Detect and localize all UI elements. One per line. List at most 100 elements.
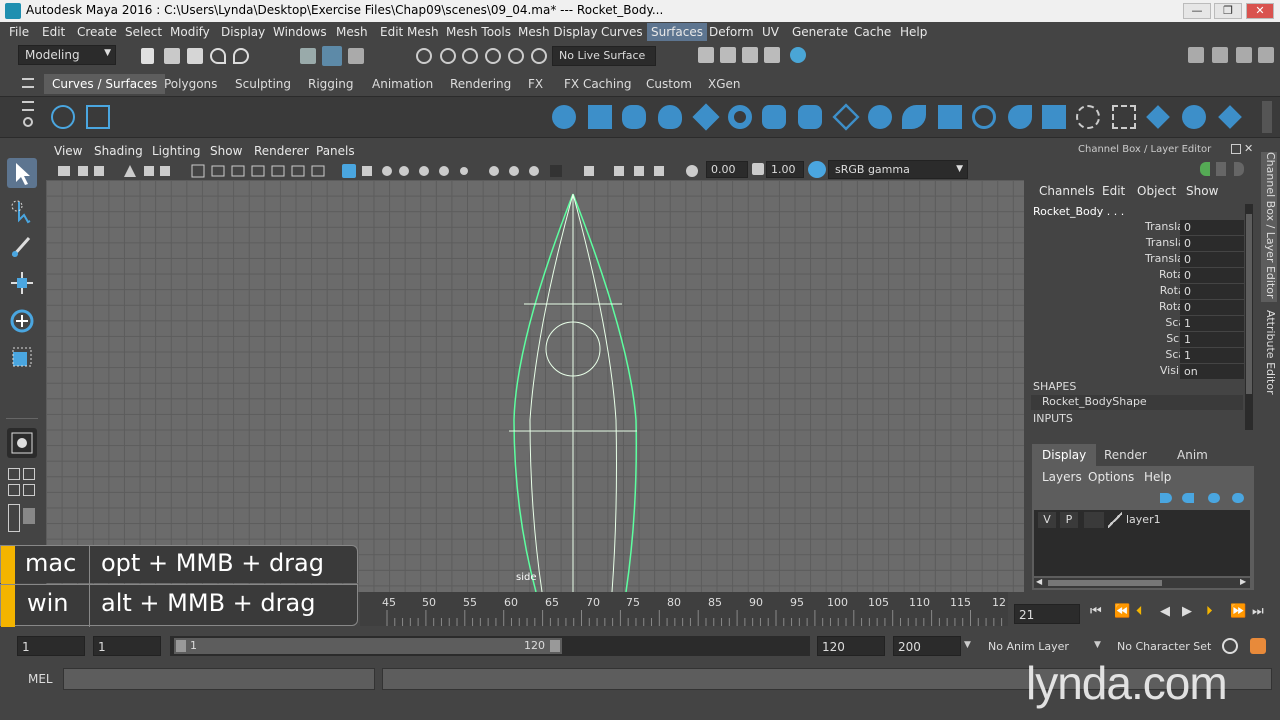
channel-menu-channels[interactable]: Channels [1039,184,1095,198]
range-bar-fill[interactable]: 1 120 [174,638,562,654]
menu-set-dropdown[interactable]: Modeling ▼ [18,45,116,65]
viewport-menu-view[interactable]: View [54,144,82,158]
bevel-plus-icon[interactable] [938,105,962,129]
birail-icon[interactable] [902,105,926,129]
menu-generate[interactable]: Generate [792,25,848,39]
attr-value[interactable]: 0 [1180,268,1244,283]
menu-mesh-display[interactable]: Mesh Display [518,25,598,39]
shelf-tab-rigging[interactable]: Rigging [300,74,361,94]
nurbs-sphere-icon[interactable] [552,105,576,129]
snap-view-plane-icon[interactable] [485,48,501,64]
rocket-body-curves[interactable] [46,180,1024,592]
shelf-tab-fx[interactable]: FX [520,74,551,94]
attr-value[interactable]: 1 [1180,316,1244,331]
menu-create[interactable]: Create [77,25,117,39]
shelf-tab-polygons[interactable]: Polygons [156,74,225,94]
nurbs-torus-icon[interactable] [728,105,752,129]
select-by-object-icon[interactable] [322,46,342,66]
new-layer-icon[interactable] [1208,493,1220,503]
ipr-render-icon[interactable] [742,47,758,63]
layer-row-layer1[interactable]: V P layer1 [1034,512,1250,528]
new-layer-selected-icon[interactable] [1232,493,1244,503]
four-view-layout-icon[interactable] [8,468,20,480]
revolve-icon[interactable] [762,105,786,129]
gamma-field[interactable]: 1.00 [766,161,804,178]
animation-start-field[interactable]: 1 [17,636,85,656]
shelf-scroll-icon[interactable] [1262,101,1272,133]
layer-playback-toggle[interactable]: P [1060,512,1078,528]
channel-box-scroll-thumb[interactable] [1246,214,1252,394]
open-scene-icon[interactable] [164,48,180,64]
render-frame-icon[interactable] [720,47,736,63]
menu-windows[interactable]: Windows [273,25,327,39]
attr-row-translate-z[interactable]: Translate Z0 [1028,252,1256,268]
extrude-icon[interactable] [868,105,892,129]
loft-icon[interactable] [798,105,822,129]
colorspace-dropdown[interactable]: sRGB gamma ▼ [828,160,968,179]
anim-layer-dropdown[interactable]: No Anim Layer [988,640,1069,653]
nurbs-cube-icon[interactable] [588,105,612,129]
rotate-tool-icon[interactable] [7,306,37,336]
layer-move-up-icon[interactable] [1160,493,1172,503]
viewport-side[interactable]: side [46,180,1024,592]
viewport-menu-lighting[interactable]: Lighting [152,144,201,158]
scroll-right-icon[interactable]: ▶ [1240,577,1246,586]
channel-menu-object[interactable]: Object [1137,184,1176,198]
attr-row-visibility[interactable]: Visibilityon [1028,364,1256,380]
live-surface-field[interactable]: No Live Surface [552,46,656,66]
render-settings-icon[interactable] [698,47,714,63]
nurbs-square-icon[interactable] [86,105,110,129]
tab-channel-box-layer-editor[interactable]: Channel Box / Layer Editor [1261,152,1277,302]
intersect-icon[interactable] [1076,105,1100,129]
attr-row-scale-x[interactable]: Scale X1 [1028,316,1256,332]
make-live-icon[interactable] [531,48,547,64]
playback-end-field[interactable]: 120 [817,636,885,656]
trim-tool-icon[interactable] [1112,105,1136,129]
step-back-frame-icon[interactable]: ⏴ [1136,604,1143,619]
time-ruler[interactable]: 45 50 55 60 65 70 75 80 85 90 95 100 105… [360,592,1008,626]
exposure-field[interactable]: 0.00 [706,161,748,178]
snap-live-icon[interactable] [508,48,524,64]
nurbs-cone-icon[interactable] [658,105,682,129]
close-panel-icon[interactable]: ✕ [1244,142,1253,155]
layer-display-type-toggle[interactable] [1084,512,1104,528]
range-start-handle[interactable] [176,640,186,652]
menu-modify[interactable]: Modify [170,25,210,39]
playback-start-field[interactable]: 1 [93,636,161,656]
shelf-tab-fx-caching[interactable]: FX Caching [556,74,639,94]
attr-value[interactable]: 0 [1180,236,1244,251]
boundary-icon[interactable] [972,105,996,129]
planar-icon[interactable] [832,103,860,131]
attr-row-translate-y[interactable]: Translate Y0 [1028,236,1256,252]
attr-row-translate-x[interactable]: Translate X0 [1028,220,1256,236]
layer-move-down-icon[interactable] [1182,493,1194,503]
attr-value[interactable]: on [1180,364,1244,379]
menu-display[interactable]: Display [221,25,265,39]
minimize-button[interactable]: — [1183,3,1211,19]
command-language-label[interactable]: MEL [28,672,53,686]
float-panel-icon[interactable] [1231,144,1241,154]
current-frame-field[interactable]: 21 [1014,604,1080,624]
viewport-menu-shading[interactable]: Shading [94,144,143,158]
layer-name[interactable]: layer1 [1126,513,1161,526]
scale-tool-icon[interactable] [7,342,37,372]
character-set-dropdown[interactable]: No Character Set [1117,640,1211,653]
attr-value[interactable]: 0 [1180,220,1244,235]
layer-tab-anim[interactable]: Anim [1167,444,1218,466]
channel-box-tool-icons[interactable] [1200,162,1244,176]
step-back-key-icon[interactable]: ⏪ [1114,604,1130,619]
channel-menu-edit[interactable]: Edit [1102,184,1125,198]
layer-visibility-toggle[interactable]: V [1038,512,1056,528]
animation-end-field[interactable]: 200 [893,636,961,656]
paint-select-tool-icon[interactable] [7,232,37,262]
shelf-tab-curves-surfaces[interactable]: Curves / Surfaces [44,74,166,94]
chevron-down-icon[interactable]: ▼ [964,640,971,650]
scroll-left-icon[interactable]: ◀ [1036,577,1042,586]
menu-uv[interactable]: UV [762,25,779,39]
save-scene-icon[interactable] [187,48,203,64]
workspace-icon[interactable] [1188,47,1204,63]
shelf-tab-rendering[interactable]: Rendering [442,74,519,94]
square-surface-icon[interactable] [1008,105,1032,129]
scroll-thumb[interactable] [1048,580,1162,586]
menu-surfaces[interactable]: Surfaces [647,23,707,41]
